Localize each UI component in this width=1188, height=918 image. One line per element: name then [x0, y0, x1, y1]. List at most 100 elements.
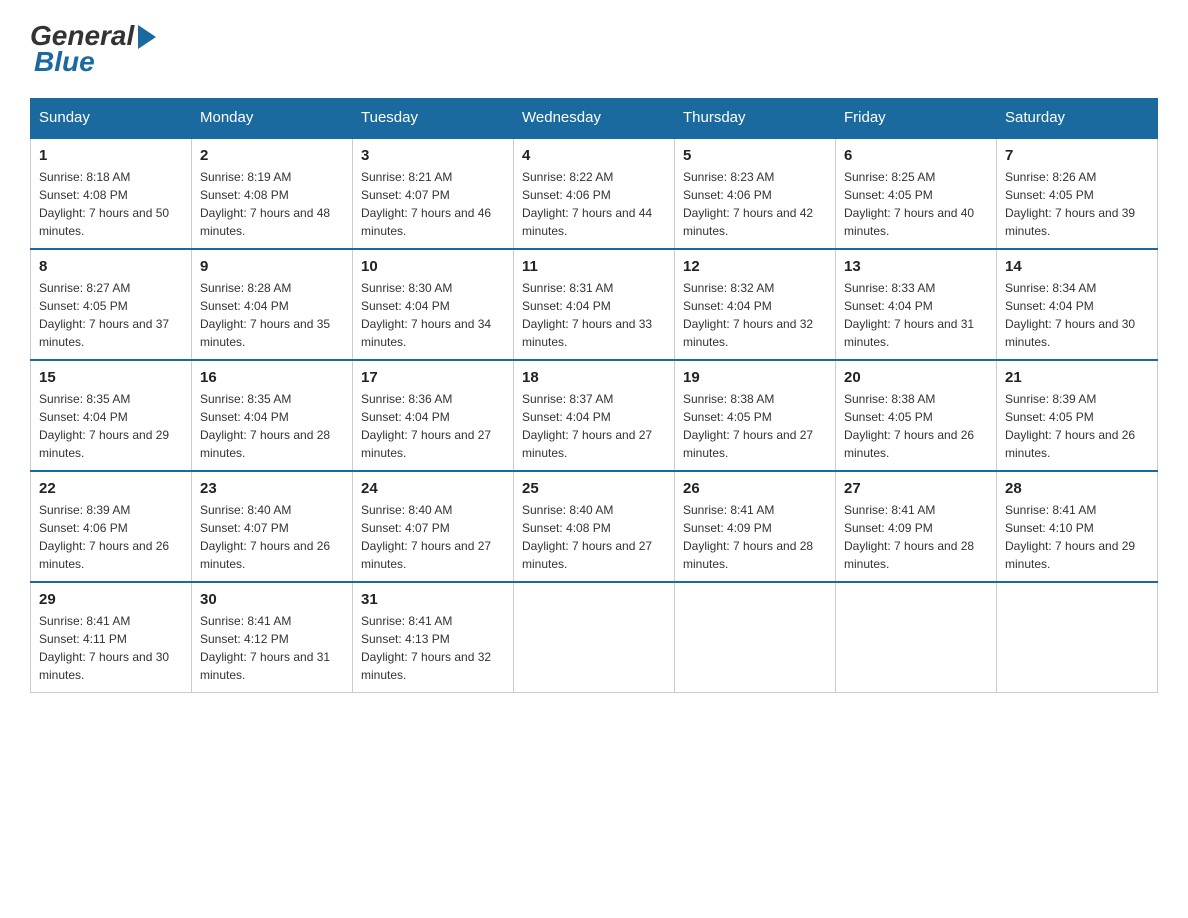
day-info: Sunrise: 8:23 AM Sunset: 4:06 PM Dayligh…	[683, 168, 827, 240]
day-number: 22	[39, 480, 183, 497]
day-info: Sunrise: 8:19 AM Sunset: 4:08 PM Dayligh…	[200, 168, 344, 240]
calendar-header-saturday: Saturday	[997, 99, 1158, 138]
logo-blue-text: Blue	[30, 46, 95, 78]
day-number: 25	[522, 480, 666, 497]
day-number: 21	[1005, 369, 1149, 386]
calendar-cell: 2 Sunrise: 8:19 AM Sunset: 4:08 PM Dayli…	[192, 138, 353, 250]
page-header: General Blue	[30, 20, 1158, 78]
day-number: 13	[844, 258, 988, 275]
calendar-cell: 28 Sunrise: 8:41 AM Sunset: 4:10 PM Dayl…	[997, 471, 1158, 582]
day-number: 3	[361, 147, 505, 164]
day-info: Sunrise: 8:40 AM Sunset: 4:08 PM Dayligh…	[522, 501, 666, 573]
day-info: Sunrise: 8:39 AM Sunset: 4:06 PM Dayligh…	[39, 501, 183, 573]
calendar-cell: 19 Sunrise: 8:38 AM Sunset: 4:05 PM Dayl…	[675, 360, 836, 471]
day-info: Sunrise: 8:34 AM Sunset: 4:04 PM Dayligh…	[1005, 279, 1149, 351]
day-number: 6	[844, 147, 988, 164]
day-number: 15	[39, 369, 183, 386]
calendar-cell: 12 Sunrise: 8:32 AM Sunset: 4:04 PM Dayl…	[675, 249, 836, 360]
calendar-week-4: 22 Sunrise: 8:39 AM Sunset: 4:06 PM Dayl…	[31, 471, 1158, 582]
calendar-cell: 18 Sunrise: 8:37 AM Sunset: 4:04 PM Dayl…	[514, 360, 675, 471]
day-number: 14	[1005, 258, 1149, 275]
calendar-week-2: 8 Sunrise: 8:27 AM Sunset: 4:05 PM Dayli…	[31, 249, 1158, 360]
day-info: Sunrise: 8:41 AM Sunset: 4:11 PM Dayligh…	[39, 612, 183, 684]
day-number: 28	[1005, 480, 1149, 497]
day-info: Sunrise: 8:40 AM Sunset: 4:07 PM Dayligh…	[200, 501, 344, 573]
calendar-cell: 20 Sunrise: 8:38 AM Sunset: 4:05 PM Dayl…	[836, 360, 997, 471]
day-info: Sunrise: 8:28 AM Sunset: 4:04 PM Dayligh…	[200, 279, 344, 351]
day-number: 23	[200, 480, 344, 497]
day-info: Sunrise: 8:41 AM Sunset: 4:12 PM Dayligh…	[200, 612, 344, 684]
calendar-cell: 10 Sunrise: 8:30 AM Sunset: 4:04 PM Dayl…	[353, 249, 514, 360]
day-info: Sunrise: 8:41 AM Sunset: 4:09 PM Dayligh…	[683, 501, 827, 573]
calendar-cell: 17 Sunrise: 8:36 AM Sunset: 4:04 PM Dayl…	[353, 360, 514, 471]
calendar-cell: 7 Sunrise: 8:26 AM Sunset: 4:05 PM Dayli…	[997, 138, 1158, 250]
day-info: Sunrise: 8:38 AM Sunset: 4:05 PM Dayligh…	[683, 390, 827, 462]
day-number: 2	[200, 147, 344, 164]
calendar-cell: 15 Sunrise: 8:35 AM Sunset: 4:04 PM Dayl…	[31, 360, 192, 471]
day-number: 27	[844, 480, 988, 497]
day-number: 9	[200, 258, 344, 275]
calendar-cell: 16 Sunrise: 8:35 AM Sunset: 4:04 PM Dayl…	[192, 360, 353, 471]
calendar-cell: 24 Sunrise: 8:40 AM Sunset: 4:07 PM Dayl…	[353, 471, 514, 582]
calendar-header-monday: Monday	[192, 99, 353, 138]
day-number: 29	[39, 591, 183, 608]
calendar-cell: 13 Sunrise: 8:33 AM Sunset: 4:04 PM Dayl…	[836, 249, 997, 360]
calendar-cell: 31 Sunrise: 8:41 AM Sunset: 4:13 PM Dayl…	[353, 582, 514, 693]
calendar-header-tuesday: Tuesday	[353, 99, 514, 138]
calendar-cell: 3 Sunrise: 8:21 AM Sunset: 4:07 PM Dayli…	[353, 138, 514, 250]
calendar-cell	[836, 582, 997, 693]
calendar-cell: 21 Sunrise: 8:39 AM Sunset: 4:05 PM Dayl…	[997, 360, 1158, 471]
day-info: Sunrise: 8:41 AM Sunset: 4:13 PM Dayligh…	[361, 612, 505, 684]
day-number: 12	[683, 258, 827, 275]
calendar-cell: 29 Sunrise: 8:41 AM Sunset: 4:11 PM Dayl…	[31, 582, 192, 693]
calendar-cell: 14 Sunrise: 8:34 AM Sunset: 4:04 PM Dayl…	[997, 249, 1158, 360]
calendar-cell	[997, 582, 1158, 693]
calendar-header-row: SundayMondayTuesdayWednesdayThursdayFrid…	[31, 99, 1158, 138]
day-info: Sunrise: 8:35 AM Sunset: 4:04 PM Dayligh…	[39, 390, 183, 462]
day-number: 5	[683, 147, 827, 164]
day-number: 19	[683, 369, 827, 386]
day-info: Sunrise: 8:27 AM Sunset: 4:05 PM Dayligh…	[39, 279, 183, 351]
day-info: Sunrise: 8:32 AM Sunset: 4:04 PM Dayligh…	[683, 279, 827, 351]
day-info: Sunrise: 8:30 AM Sunset: 4:04 PM Dayligh…	[361, 279, 505, 351]
calendar-cell	[514, 582, 675, 693]
calendar-cell: 6 Sunrise: 8:25 AM Sunset: 4:05 PM Dayli…	[836, 138, 997, 250]
day-info: Sunrise: 8:36 AM Sunset: 4:04 PM Dayligh…	[361, 390, 505, 462]
calendar-cell: 23 Sunrise: 8:40 AM Sunset: 4:07 PM Dayl…	[192, 471, 353, 582]
day-number: 17	[361, 369, 505, 386]
calendar-cell: 30 Sunrise: 8:41 AM Sunset: 4:12 PM Dayl…	[192, 582, 353, 693]
day-number: 16	[200, 369, 344, 386]
day-info: Sunrise: 8:21 AM Sunset: 4:07 PM Dayligh…	[361, 168, 505, 240]
day-info: Sunrise: 8:41 AM Sunset: 4:09 PM Dayligh…	[844, 501, 988, 573]
calendar-cell: 22 Sunrise: 8:39 AM Sunset: 4:06 PM Dayl…	[31, 471, 192, 582]
day-number: 10	[361, 258, 505, 275]
calendar-cell: 4 Sunrise: 8:22 AM Sunset: 4:06 PM Dayli…	[514, 138, 675, 250]
calendar-cell: 26 Sunrise: 8:41 AM Sunset: 4:09 PM Dayl…	[675, 471, 836, 582]
day-info: Sunrise: 8:39 AM Sunset: 4:05 PM Dayligh…	[1005, 390, 1149, 462]
day-info: Sunrise: 8:37 AM Sunset: 4:04 PM Dayligh…	[522, 390, 666, 462]
calendar-header-wednesday: Wednesday	[514, 99, 675, 138]
calendar-cell: 1 Sunrise: 8:18 AM Sunset: 4:08 PM Dayli…	[31, 138, 192, 250]
day-number: 31	[361, 591, 505, 608]
day-number: 18	[522, 369, 666, 386]
calendar-table: SundayMondayTuesdayWednesdayThursdayFrid…	[30, 98, 1158, 693]
logo-arrow-icon	[138, 25, 156, 49]
day-info: Sunrise: 8:18 AM Sunset: 4:08 PM Dayligh…	[39, 168, 183, 240]
day-info: Sunrise: 8:38 AM Sunset: 4:05 PM Dayligh…	[844, 390, 988, 462]
day-number: 8	[39, 258, 183, 275]
calendar-cell: 8 Sunrise: 8:27 AM Sunset: 4:05 PM Dayli…	[31, 249, 192, 360]
day-info: Sunrise: 8:25 AM Sunset: 4:05 PM Dayligh…	[844, 168, 988, 240]
calendar-week-3: 15 Sunrise: 8:35 AM Sunset: 4:04 PM Dayl…	[31, 360, 1158, 471]
calendar-week-5: 29 Sunrise: 8:41 AM Sunset: 4:11 PM Dayl…	[31, 582, 1158, 693]
calendar-cell	[675, 582, 836, 693]
day-info: Sunrise: 8:40 AM Sunset: 4:07 PM Dayligh…	[361, 501, 505, 573]
day-info: Sunrise: 8:41 AM Sunset: 4:10 PM Dayligh…	[1005, 501, 1149, 573]
day-number: 26	[683, 480, 827, 497]
day-info: Sunrise: 8:35 AM Sunset: 4:04 PM Dayligh…	[200, 390, 344, 462]
day-info: Sunrise: 8:31 AM Sunset: 4:04 PM Dayligh…	[522, 279, 666, 351]
day-number: 11	[522, 258, 666, 275]
day-number: 7	[1005, 147, 1149, 164]
calendar-cell: 9 Sunrise: 8:28 AM Sunset: 4:04 PM Dayli…	[192, 249, 353, 360]
calendar-week-1: 1 Sunrise: 8:18 AM Sunset: 4:08 PM Dayli…	[31, 138, 1158, 250]
calendar-cell: 11 Sunrise: 8:31 AM Sunset: 4:04 PM Dayl…	[514, 249, 675, 360]
